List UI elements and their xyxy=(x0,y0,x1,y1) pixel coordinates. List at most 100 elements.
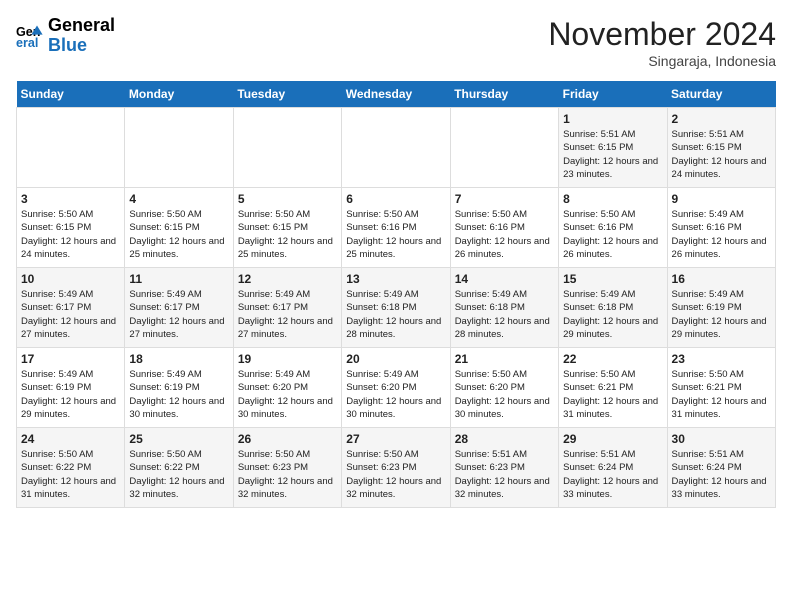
calendar-cell: 6 Sunrise: 5:50 AM Sunset: 6:16 PM Daylig… xyxy=(342,188,450,268)
logo-line1: General xyxy=(48,16,115,36)
day-info: Sunrise: 5:49 AM Sunset: 6:19 PM Dayligh… xyxy=(672,288,771,341)
calendar-cell: 13 Sunrise: 5:49 AM Sunset: 6:18 PM Dayli… xyxy=(342,268,450,348)
day-info: Sunrise: 5:49 AM Sunset: 6:19 PM Dayligh… xyxy=(21,368,120,421)
calendar-cell: 26 Sunrise: 5:50 AM Sunset: 6:23 PM Dayli… xyxy=(233,428,341,508)
calendar-cell: 5 Sunrise: 5:50 AM Sunset: 6:15 PM Daylig… xyxy=(233,188,341,268)
day-info: Sunrise: 5:50 AM Sunset: 6:20 PM Dayligh… xyxy=(455,368,554,421)
day-info: Sunrise: 5:49 AM Sunset: 6:17 PM Dayligh… xyxy=(129,288,228,341)
day-info: Sunrise: 5:50 AM Sunset: 6:23 PM Dayligh… xyxy=(238,448,337,501)
day-info: Sunrise: 5:50 AM Sunset: 6:21 PM Dayligh… xyxy=(672,368,771,421)
day-info: Sunrise: 5:49 AM Sunset: 6:18 PM Dayligh… xyxy=(346,288,445,341)
calendar-cell: 10 Sunrise: 5:49 AM Sunset: 6:17 PM Dayli… xyxy=(17,268,125,348)
calendar-cell: 11 Sunrise: 5:49 AM Sunset: 6:17 PM Dayli… xyxy=(125,268,233,348)
day-info: Sunrise: 5:50 AM Sunset: 6:22 PM Dayligh… xyxy=(21,448,120,501)
calendar-cell: 9 Sunrise: 5:49 AM Sunset: 6:16 PM Daylig… xyxy=(667,188,775,268)
calendar-cell xyxy=(17,108,125,188)
day-number: 6 xyxy=(346,192,445,206)
calendar-cell: 8 Sunrise: 5:50 AM Sunset: 6:16 PM Daylig… xyxy=(559,188,667,268)
day-number: 30 xyxy=(672,432,771,446)
day-number: 26 xyxy=(238,432,337,446)
calendar-table: SundayMondayTuesdayWednesdayThursdayFrid… xyxy=(16,81,776,508)
day-number: 14 xyxy=(455,272,554,286)
day-info: Sunrise: 5:50 AM Sunset: 6:15 PM Dayligh… xyxy=(129,208,228,261)
day-number: 19 xyxy=(238,352,337,366)
calendar-cell xyxy=(233,108,341,188)
calendar-week-row: 10 Sunrise: 5:49 AM Sunset: 6:17 PM Dayli… xyxy=(17,268,776,348)
day-info: Sunrise: 5:49 AM Sunset: 6:17 PM Dayligh… xyxy=(21,288,120,341)
calendar-cell: 23 Sunrise: 5:50 AM Sunset: 6:21 PM Dayli… xyxy=(667,348,775,428)
calendar-cell: 29Sunrise: 5:51 AM Sunset: 6:24 PM Dayli… xyxy=(559,428,667,508)
day-number: 23 xyxy=(672,352,771,366)
calendar-cell xyxy=(450,108,558,188)
calendar-cell: 17 Sunrise: 5:49 AM Sunset: 6:19 PM Dayli… xyxy=(17,348,125,428)
day-number: 10 xyxy=(21,272,120,286)
logo-icon: Gen eral xyxy=(16,22,44,50)
calendar-cell: 18 Sunrise: 5:49 AM Sunset: 6:19 PM Dayli… xyxy=(125,348,233,428)
calendar-cell: 20Sunrise: 5:49 AM Sunset: 6:20 PM Dayli… xyxy=(342,348,450,428)
day-info: Sunrise: 5:49 AM Sunset: 6:19 PM Dayligh… xyxy=(129,368,228,421)
calendar-cell xyxy=(342,108,450,188)
day-info: Sunrise: 5:50 AM Sunset: 6:16 PM Dayligh… xyxy=(563,208,662,261)
calendar-cell: 1 Sunrise: 5:51 AM Sunset: 6:15 PM Daylig… xyxy=(559,108,667,188)
day-info: Sunrise: 5:51 AM Sunset: 6:24 PM Dayligh… xyxy=(672,448,771,501)
day-number: 13 xyxy=(346,272,445,286)
day-number: 16 xyxy=(672,272,771,286)
day-header-sunday: Sunday xyxy=(17,81,125,108)
calendar-cell xyxy=(125,108,233,188)
calendar-week-row: 17 Sunrise: 5:49 AM Sunset: 6:19 PM Dayli… xyxy=(17,348,776,428)
day-number: 8 xyxy=(563,192,662,206)
day-header-monday: Monday xyxy=(125,81,233,108)
day-number: 27 xyxy=(346,432,445,446)
day-number: 20 xyxy=(346,352,445,366)
day-number: 18 xyxy=(129,352,228,366)
calendar-header-row: SundayMondayTuesdayWednesdayThursdayFrid… xyxy=(17,81,776,108)
calendar-cell: 7 Sunrise: 5:50 AM Sunset: 6:16 PM Daylig… xyxy=(450,188,558,268)
calendar-cell: 24Sunrise: 5:50 AM Sunset: 6:22 PM Dayli… xyxy=(17,428,125,508)
day-number: 9 xyxy=(672,192,771,206)
day-info: Sunrise: 5:50 AM Sunset: 6:15 PM Dayligh… xyxy=(238,208,337,261)
calendar-cell: 12 Sunrise: 5:49 AM Sunset: 6:17 PM Dayli… xyxy=(233,268,341,348)
day-number: 7 xyxy=(455,192,554,206)
day-number: 15 xyxy=(563,272,662,286)
day-header-saturday: Saturday xyxy=(667,81,775,108)
title-section: November 2024 Singaraja, Indonesia xyxy=(548,16,776,69)
calendar-cell: 16 Sunrise: 5:49 AM Sunset: 6:19 PM Dayli… xyxy=(667,268,775,348)
day-number: 17 xyxy=(21,352,120,366)
day-number: 1 xyxy=(563,112,662,126)
day-info: Sunrise: 5:49 AM Sunset: 6:18 PM Dayligh… xyxy=(455,288,554,341)
calendar-cell: 19 Sunrise: 5:49 AM Sunset: 6:20 PM Dayli… xyxy=(233,348,341,428)
day-info: Sunrise: 5:49 AM Sunset: 6:20 PM Dayligh… xyxy=(238,368,337,421)
day-number: 5 xyxy=(238,192,337,206)
day-info: Sunrise: 5:50 AM Sunset: 6:15 PM Dayligh… xyxy=(21,208,120,261)
day-info: Sunrise: 5:49 AM Sunset: 6:16 PM Dayligh… xyxy=(672,208,771,261)
logo: Gen eral General Blue xyxy=(16,16,115,56)
day-header-friday: Friday xyxy=(559,81,667,108)
day-number: 28 xyxy=(455,432,554,446)
day-header-tuesday: Tuesday xyxy=(233,81,341,108)
day-number: 12 xyxy=(238,272,337,286)
calendar-week-row: 1 Sunrise: 5:51 AM Sunset: 6:15 PM Daylig… xyxy=(17,108,776,188)
calendar-cell: 27Sunrise: 5:50 AM Sunset: 6:23 PM Dayli… xyxy=(342,428,450,508)
day-info: Sunrise: 5:50 AM Sunset: 6:16 PM Dayligh… xyxy=(346,208,445,261)
svg-text:eral: eral xyxy=(16,36,38,50)
day-number: 22 xyxy=(563,352,662,366)
day-info: Sunrise: 5:50 AM Sunset: 6:21 PM Dayligh… xyxy=(563,368,662,421)
calendar-cell: 21 Sunrise: 5:50 AM Sunset: 6:20 PM Dayli… xyxy=(450,348,558,428)
calendar-cell: 28Sunrise: 5:51 AM Sunset: 6:23 PM Dayli… xyxy=(450,428,558,508)
day-info: Sunrise: 5:50 AM Sunset: 6:22 PM Dayligh… xyxy=(129,448,228,501)
day-number: 4 xyxy=(129,192,228,206)
calendar-week-row: 3Sunrise: 5:50 AM Sunset: 6:15 PM Daylig… xyxy=(17,188,776,268)
day-number: 11 xyxy=(129,272,228,286)
day-info: Sunrise: 5:49 AM Sunset: 6:18 PM Dayligh… xyxy=(563,288,662,341)
day-number: 21 xyxy=(455,352,554,366)
day-number: 2 xyxy=(672,112,771,126)
calendar-cell: 25Sunrise: 5:50 AM Sunset: 6:22 PM Dayli… xyxy=(125,428,233,508)
calendar-cell: 4 Sunrise: 5:50 AM Sunset: 6:15 PM Daylig… xyxy=(125,188,233,268)
calendar-cell: 2Sunrise: 5:51 AM Sunset: 6:15 PM Daylig… xyxy=(667,108,775,188)
day-info: Sunrise: 5:50 AM Sunset: 6:16 PM Dayligh… xyxy=(455,208,554,261)
day-header-thursday: Thursday xyxy=(450,81,558,108)
location: Singaraja, Indonesia xyxy=(548,53,776,69)
day-info: Sunrise: 5:51 AM Sunset: 6:15 PM Dayligh… xyxy=(563,128,662,181)
day-info: Sunrise: 5:49 AM Sunset: 6:17 PM Dayligh… xyxy=(238,288,337,341)
calendar-cell: 30 Sunrise: 5:51 AM Sunset: 6:24 PM Dayli… xyxy=(667,428,775,508)
